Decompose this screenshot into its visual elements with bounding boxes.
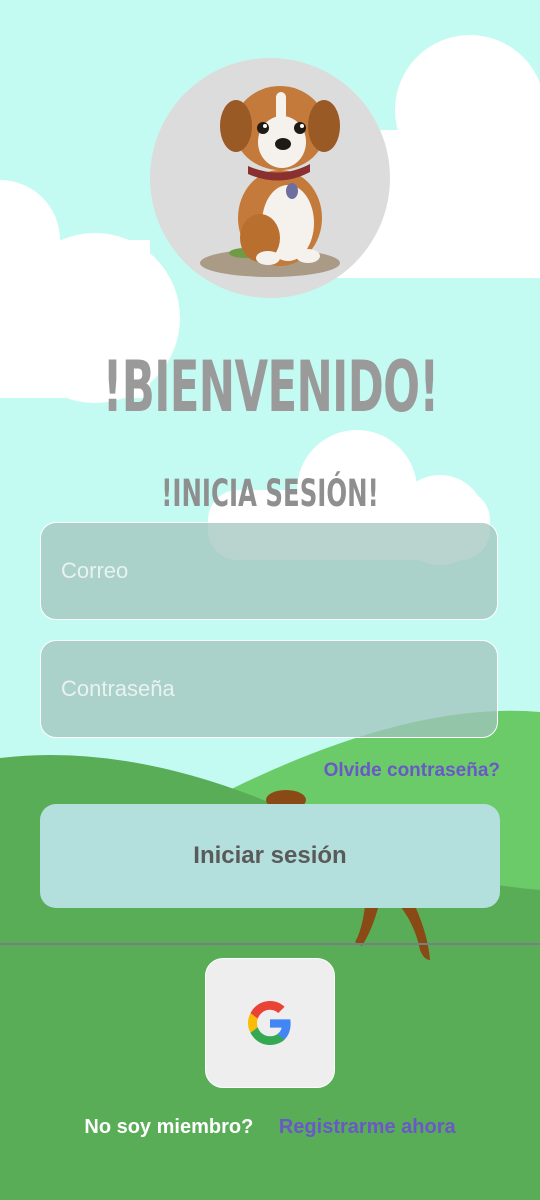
forgot-password-link[interactable]: Olvide contraseña? [324,760,500,782]
not-member-text: No soy miembro? [84,1116,254,1138]
login-button[interactable]: Iniciar sesión [40,804,500,908]
password-field-container[interactable] [40,640,498,738]
password-field[interactable] [59,675,497,703]
footer: No soy miembro? Registrarme ahora [0,1116,540,1139]
puppy-avatar [150,58,390,298]
welcome-title: !BIENVENIDO! [102,346,440,428]
register-link[interactable]: Registrarme ahora [279,1116,456,1138]
login-subtitle: !INICIA SESIÓN! [161,472,379,515]
google-signin-button[interactable] [205,958,335,1088]
email-field-container[interactable] [40,522,498,620]
google-icon [248,1001,291,1045]
divider [0,943,540,945]
email-field[interactable] [59,557,497,585]
